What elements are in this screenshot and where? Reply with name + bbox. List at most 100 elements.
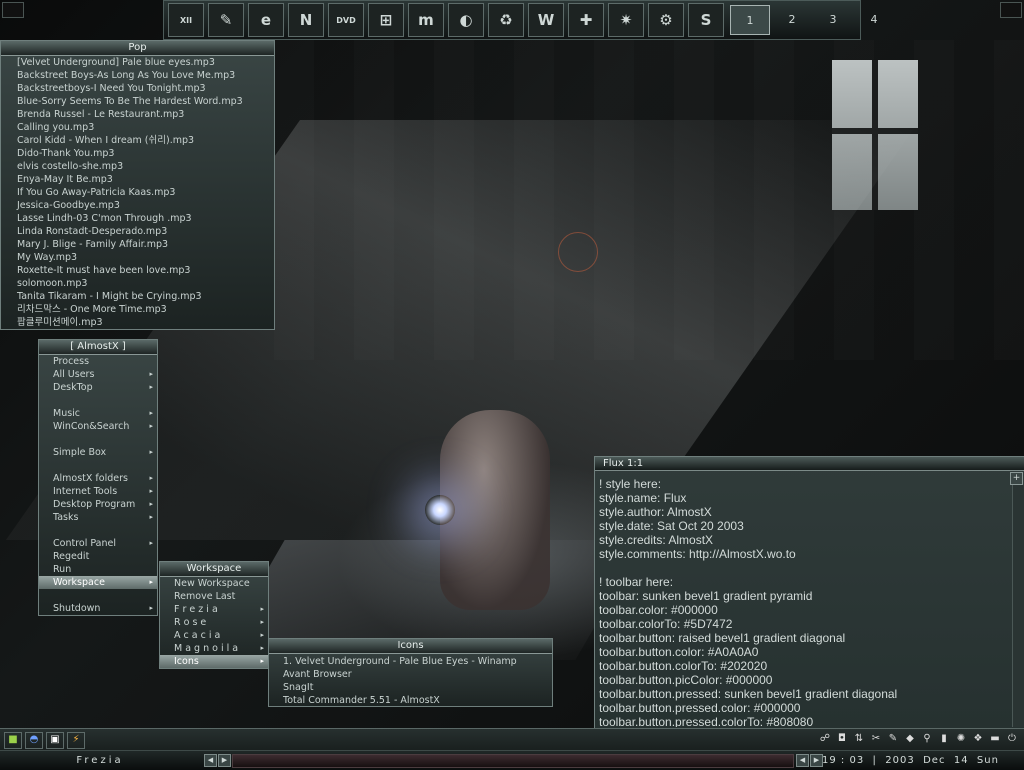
pop-menu-item[interactable]: Calling you.mp3 (3, 121, 274, 134)
flux-text-body[interactable]: ! style here: style.name: Flux style.autho… (595, 471, 1024, 727)
pop-menu-item[interactable]: Roxette-It must have been love.mp3 (3, 264, 274, 277)
flux-text-line: toolbar.button.colorTo: #202020 (599, 659, 768, 673)
pop-menu-item[interactable]: elvis costello-she.mp3 (3, 160, 274, 173)
pop-menu-item[interactable]: Lasse Lindh-03 C'mon Through .mp3 (3, 212, 274, 225)
folder-icon[interactable]: ▬ (987, 731, 1003, 747)
netscape-icon[interactable]: N (288, 3, 324, 37)
workspace-button-4[interactable]: 4 (855, 5, 893, 33)
pop-menu-item[interactable]: Enya-May It Be.mp3 (3, 173, 274, 186)
workspace-item-m-a-g-n-o-i-l-a[interactable]: M a g n o i l a ▸ (160, 642, 268, 655)
icons-menu-item[interactable]: SnagIt (269, 681, 552, 694)
pop-menu-item[interactable]: 리차드막스 - One More Time.mp3 (3, 303, 274, 316)
workspace-button-2[interactable]: 2 (773, 5, 811, 33)
power-icon[interactable]: ⏻ (1004, 731, 1020, 747)
workspace-item-f-r-e-z-i-a[interactable]: F r e z i a ▸ (160, 603, 268, 616)
workspace-item-r-o-s-e[interactable]: R o s e ▸ (160, 616, 268, 629)
almostx-item-process[interactable]: Process (39, 355, 157, 368)
almostx-root-menu: [ AlmostX ] Process All Users ▸ DeskTop ▸ Mus… (38, 339, 158, 616)
battery-icon[interactable]: ▮ (936, 731, 952, 747)
spider-icon[interactable]: ✷ (608, 3, 644, 37)
pop-menu-item[interactable]: Dido-Thank You.mp3 (3, 147, 274, 160)
pop-menu-item[interactable]: solomoon.mp3 (3, 277, 274, 290)
clock-year: 2003 (885, 755, 915, 766)
workspace-button-1[interactable]: 1 (730, 5, 770, 35)
icons-menu-title: Icons (269, 639, 552, 654)
winamp-icon[interactable]: ◐ (448, 3, 484, 37)
almostx-item-run[interactable]: Run (39, 563, 157, 576)
arrows-icon[interactable]: ⇅ (851, 731, 867, 747)
pop-menu-item[interactable]: Brenda Russel - Le Restaurant.mp3 (3, 108, 274, 121)
icons-menu-item[interactable]: Total Commander 5.51 - AlmostX (269, 694, 552, 707)
pop-menu-item[interactable]: If You Go Away-Patricia Kaas.mp3 (3, 186, 274, 199)
almostx-item-desktop[interactable]: DeskTop ▸ (39, 381, 157, 394)
flux-text-line: toolbar.colorTo: #5D7472 (599, 617, 733, 631)
pop-menu-item[interactable]: 팝클루미션메이.mp3 (3, 316, 274, 329)
swirl-icon[interactable]: S (688, 3, 724, 37)
almostx-item-tasks[interactable]: Tasks ▸ (39, 511, 157, 524)
settings-gear-icon[interactable]: ⚙ (648, 3, 684, 37)
lightning-icon[interactable]: ⚡ (67, 732, 85, 749)
almostx-item-regedit[interactable]: Regedit (39, 550, 157, 563)
workspace-item-remove-last[interactable]: Remove Last (160, 590, 268, 603)
icons-menu-item[interactable]: 1. Velvet Underground - Pale Blue Eyes -… (269, 655, 552, 668)
pop-menu-item[interactable]: Blue-Sorry Seems To Be The Hardest Word.… (3, 95, 274, 108)
pop-menu-item[interactable]: Backstreet Boys-As Long As You Love Me.m… (3, 69, 274, 82)
current-workspace-name[interactable]: Frezia (0, 751, 200, 770)
save-icon[interactable]: ▣ (46, 732, 64, 749)
workspace-next-button[interactable]: ▶ (218, 754, 231, 767)
notepad-icon[interactable]: ✎ (208, 3, 244, 37)
almostx-item-all-users[interactable]: All Users ▸ (39, 368, 157, 381)
almostx-item-shutdown[interactable]: Shutdown ▸ (39, 602, 157, 615)
shield-icon[interactable]: ◘ (834, 731, 850, 747)
almostx-item-control-panel[interactable]: Control Panel ▸ (39, 537, 157, 550)
workspace-prev-button[interactable]: ◀ (204, 754, 217, 767)
almostx-item-simple-box[interactable]: Simple Box ▸ (39, 446, 157, 459)
media-player-icon[interactable]: m (408, 3, 444, 37)
network-icon[interactable]: ☍ (817, 731, 833, 747)
flux-window-title[interactable]: Flux 1:1 (595, 457, 1024, 471)
workspace-item-icons[interactable]: Icons ▸ (160, 655, 268, 668)
desktop-icon[interactable]: ■ (4, 732, 22, 749)
workspace-button-3[interactable]: 3 (814, 5, 852, 33)
workspace-item-new-workspace[interactable]: New Workspace (160, 577, 268, 590)
chat-icon[interactable]: ❖ (970, 731, 986, 747)
internet-explorer-icon[interactable]: e (248, 3, 284, 37)
recycle-icon[interactable]: ♻ (488, 3, 524, 37)
close-icon[interactable]: + (1010, 472, 1023, 485)
task-area[interactable] (232, 754, 794, 768)
flux-text-line (599, 561, 1021, 575)
browser-icon[interactable]: ◓ (25, 732, 43, 749)
pop-menu-item[interactable]: My Way.mp3 (3, 251, 274, 264)
almostx-item-wincon-search[interactable]: WinCon&Search ▸ (39, 420, 157, 433)
pop-menu-item[interactable]: Tanita Tikaram - I Might be Crying.mp3 (3, 290, 274, 303)
almostx-item-almostx-folders[interactable]: AlmostX folders ▸ (39, 472, 157, 485)
sun-icon[interactable]: ✺ (953, 731, 969, 747)
pen-icon[interactable]: ✎ (885, 731, 901, 747)
pop-menu-item[interactable]: Mary J. Blige - Family Affair.mp3 (3, 238, 274, 251)
pop-menu-item[interactable]: Carol Kidd - When I dream (쉬리).mp3 (3, 134, 274, 147)
pop-menu-item[interactable]: Linda Ronstadt-Desperado.mp3 (3, 225, 274, 238)
almostx-item-workspace[interactable]: Workspace ▸ (39, 576, 157, 589)
flux-scrollbar[interactable] (1012, 485, 1024, 727)
top-left-corner-button[interactable] (2, 2, 24, 18)
chevron-right-icon: ▸ (260, 657, 264, 665)
pop-menu-item[interactable]: Jessica-Goodbye.mp3 (3, 199, 274, 212)
menu-separator (39, 524, 157, 537)
ticket-icon[interactable]: ◆ (902, 731, 918, 747)
top-right-corner-button[interactable] (1000, 2, 1022, 18)
workspace-item-a-c-a-c-i-a[interactable]: A c a c i a ▸ (160, 629, 268, 642)
dvd-player-icon[interactable]: DVD (328, 3, 364, 37)
web-icon[interactable]: W (528, 3, 564, 37)
icons-menu-item[interactable]: Avant Browser (269, 668, 552, 681)
almostx-item-internet-tools[interactable]: Internet Tools ▸ (39, 485, 157, 498)
pop-menu-item[interactable]: [Velvet Underground] Pale blue eyes.mp3 (3, 56, 274, 69)
windows-icon[interactable]: ⊞ (368, 3, 404, 37)
pin-icon[interactable]: ⚲ (919, 731, 935, 747)
almostx-item-desktop-program[interactable]: Desktop Program ▸ (39, 498, 157, 511)
clock-icon[interactable]: XII (168, 3, 204, 37)
tool-icon[interactable]: ✂ (868, 731, 884, 747)
almostx-item-music[interactable]: Music ▸ (39, 407, 157, 420)
first-aid-icon[interactable]: ✚ (568, 3, 604, 37)
task-prev-button[interactable]: ◀ (796, 754, 809, 767)
pop-menu-item[interactable]: Backstreetboys-I Need You Tonight.mp3 (3, 82, 274, 95)
